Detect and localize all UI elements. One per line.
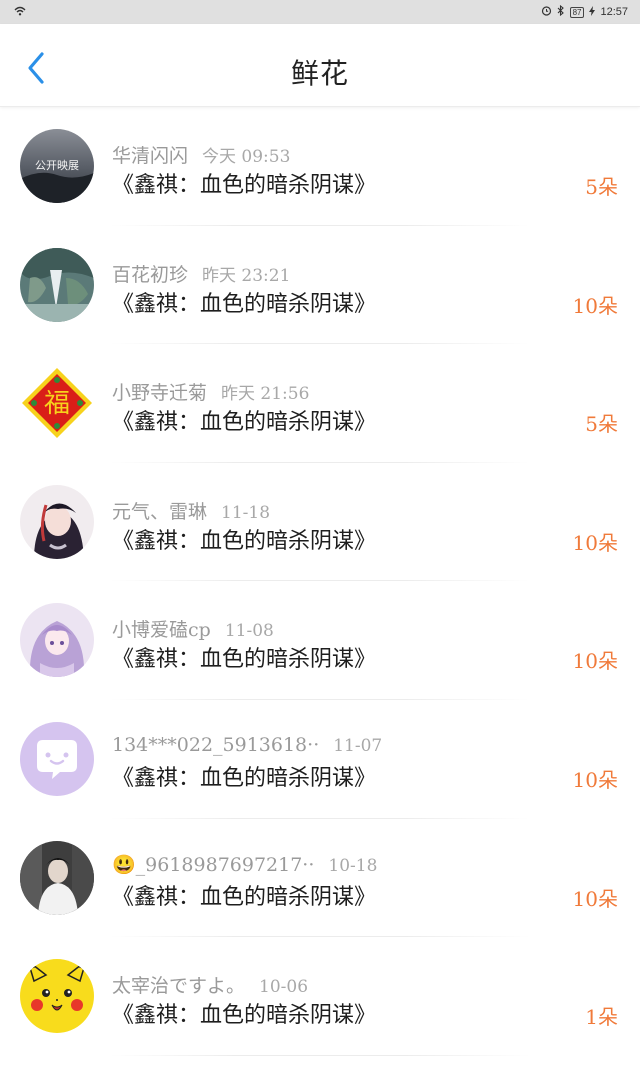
book-title[interactable]: 《鑫祺：血色的暗杀阴谋》 [112, 997, 376, 1029]
book-title[interactable]: 《鑫祺：血色的暗杀阴谋》 [112, 641, 376, 673]
book-title[interactable]: 《鑫祺：血色的暗杀阴谋》 [112, 879, 376, 911]
timestamp: 今天 09:53 [202, 147, 291, 167]
timestamp: 昨天 23:21 [202, 265, 291, 286]
avatar[interactable] [20, 603, 94, 678]
avatar-caption: 公开映展 [35, 159, 79, 172]
timestamp: 11-08 [224, 621, 274, 642]
header-bar: 鲜花 [0, 24, 640, 107]
list-item[interactable]: 福 小野寺迁菊 昨天 21:56 《鑫祺：血色的暗杀阴谋》 5朵 [0, 344, 640, 463]
timestamp: 10-18 [328, 855, 378, 876]
user-name[interactable]: 百花初珍 [112, 264, 188, 286]
list-item[interactable]: 太宰治ですよ。 10-06 《鑫祺：血色的暗杀阴谋》 1朵 [0, 937, 640, 1056]
avatar[interactable] [20, 959, 94, 1034]
list-item[interactable]: 134***022_5913618·· 11-07 《鑫祺：血色的暗杀阴谋》 10… [0, 700, 640, 819]
timestamp: 10-06 [259, 977, 309, 998]
flower-count: 10朵 [572, 649, 618, 674]
list-item[interactable]: 百花初珍 昨天 23:21 《鑫祺：血色的暗杀阴谋》 10朵 [0, 226, 640, 345]
flower-count: 10朵 [572, 886, 618, 911]
avatar[interactable] [20, 247, 94, 322]
status-bar: 87 12:57 [0, 0, 640, 24]
flower-count: 10朵 [572, 767, 618, 792]
timestamp: 11-07 [333, 735, 383, 756]
book-title[interactable]: 《鑫祺：血色的暗杀阴谋》 [112, 760, 376, 792]
user-name[interactable]: 华清闪闪 [112, 145, 188, 167]
timestamp: 11-18 [221, 502, 271, 523]
avatar[interactable]: 公开映展 [20, 129, 94, 203]
list-item[interactable]: 公开映展 华清闪闪 今天 09:53 《鑫祺：血色的暗杀阴谋》 5朵 [0, 107, 640, 226]
bluetooth-icon [557, 4, 565, 19]
flower-count: 1朵 [585, 1005, 618, 1030]
flower-count: 5朵 [585, 175, 618, 199]
user-name[interactable]: 小博爱磕cp [112, 619, 211, 641]
book-title[interactable]: 《鑫祺：血色的暗杀阴谋》 [112, 404, 376, 436]
book-title[interactable]: 《鑫祺：血色的暗杀阴谋》 [112, 286, 376, 318]
avatar[interactable] [20, 840, 94, 915]
wifi-icon [14, 6, 26, 19]
battery-indicator: 87 [569, 6, 585, 18]
list-item[interactable]: 小博爱磕cp 11-08 《鑫祺：血色的暗杀阴谋》 10朵 [0, 581, 640, 700]
timestamp: 昨天 21:56 [221, 384, 310, 405]
user-name[interactable]: 太宰治ですよ。 [112, 975, 245, 997]
flower-list: 公开映展 华清闪闪 今天 09:53 《鑫祺：血色的暗杀阴谋》 5朵 百花初珍 昨天… [0, 107, 640, 1056]
list-item[interactable]: 😃_9618987697217·· 10-18 《鑫祺：血色的暗杀阴谋》 10朵 [0, 819, 640, 938]
user-name[interactable]: 元气、雷琳 [112, 501, 207, 523]
user-name[interactable]: 😃_9618987697217·· [112, 854, 314, 876]
charging-icon [589, 5, 596, 19]
avatar[interactable] [20, 721, 94, 796]
book-title[interactable]: 《鑫祺：血色的暗杀阴谋》 [112, 523, 376, 555]
flower-count: 10朵 [572, 293, 618, 318]
divider [110, 1054, 530, 1056]
flower-count: 5朵 [585, 412, 618, 437]
user-name[interactable]: 134***022_5913618·· [112, 734, 319, 756]
fu-character: 福 [44, 389, 70, 419]
user-name[interactable]: 小野寺迁菊 [112, 382, 207, 404]
page-title: 鲜花 [290, 57, 349, 90]
clock-time: 12:57 [600, 6, 628, 18]
flower-count: 10朵 [572, 530, 618, 555]
list-item[interactable]: 元气、雷琳 11-18 《鑫祺：血色的暗杀阴谋》 10朵 [0, 463, 640, 582]
book-title[interactable]: 《鑫祺：血色的暗杀阴谋》 [112, 167, 376, 199]
avatar[interactable] [20, 484, 94, 559]
avatar[interactable]: 福 [20, 366, 94, 441]
alarm-icon [541, 5, 552, 19]
